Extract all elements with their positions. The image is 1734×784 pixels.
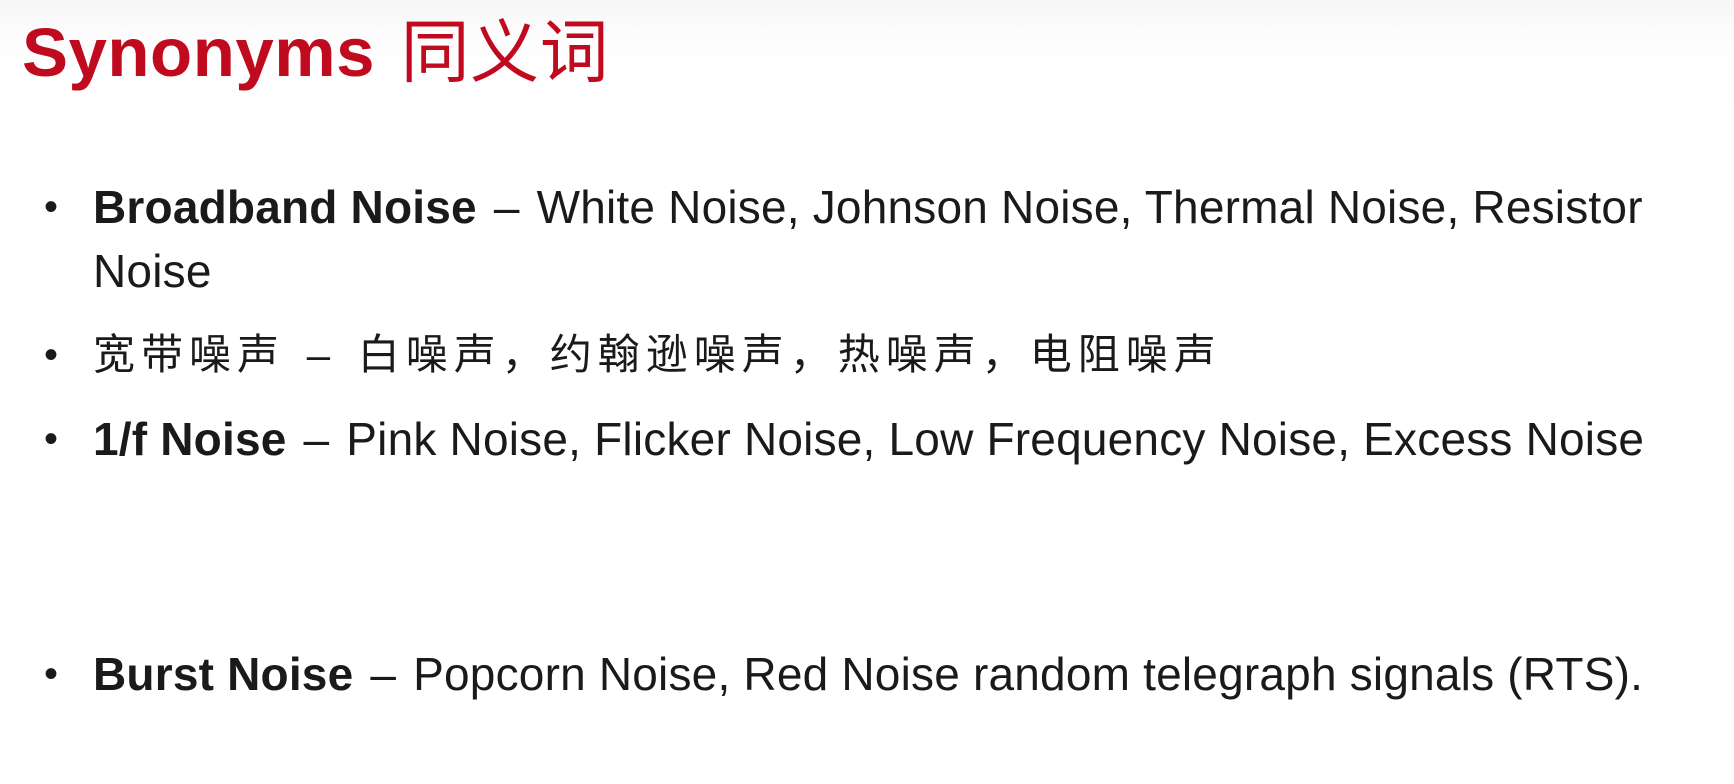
dash-separator: – (493, 181, 520, 233)
bullet-dot: • (44, 185, 59, 229)
dash-separator: – (306, 331, 337, 378)
slide: Synonyms 同义词 • Broadband Noise – White N… (0, 0, 1734, 784)
title-english: Synonyms (22, 14, 375, 91)
synonym-list: Pink Noise, Flicker Noise, Low Frequency… (346, 413, 1645, 465)
bullet-dot: • (44, 652, 59, 696)
bullet-dot: • (44, 333, 59, 377)
slide-title: Synonyms 同义词 (22, 8, 609, 98)
bullet-text: 1/f Noise – Pink Noise, Flicker Noise, L… (93, 407, 1713, 471)
noise-term: 1/f Noise (93, 413, 287, 465)
synonym-list: 白噪声，约翰逊噪声，热噪声，电阻噪声 (357, 331, 1222, 378)
title-chinese: 同义词 (400, 14, 610, 91)
synonym-list: Popcorn Noise, Red Noise random telegrap… (413, 648, 1644, 700)
noise-term: Broadband Noise (93, 181, 477, 233)
bullet-text: Broadband Noise – White Noise, Johnson N… (93, 175, 1713, 303)
bullet-dot: • (44, 417, 59, 461)
noise-term: 宽带噪声 (93, 331, 286, 378)
dash-separator: – (303, 413, 330, 465)
noise-term: Burst Noise (93, 648, 354, 700)
bullet-text: Burst Noise – Popcorn Noise, Red Noise r… (93, 642, 1713, 706)
dash-separator: – (370, 648, 397, 700)
bullet-text: 宽带噪声 – 白噪声，约翰逊噪声，热噪声，电阻噪声 (93, 323, 1713, 387)
